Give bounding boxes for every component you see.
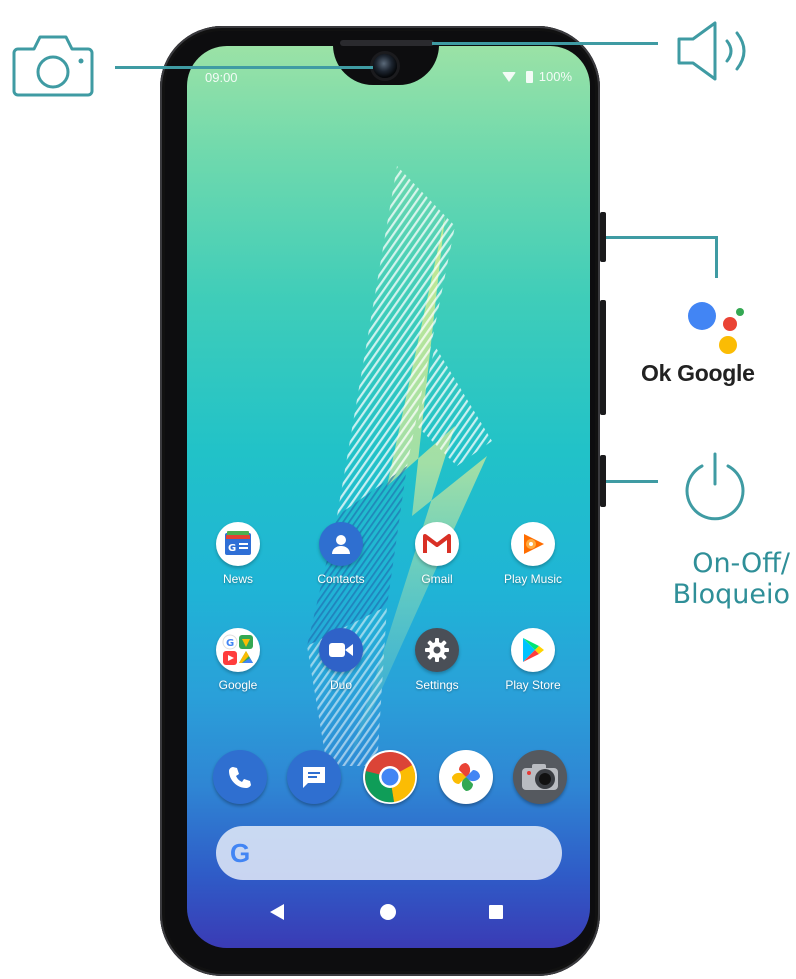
app-label: Gmail [421, 572, 453, 586]
gmail-icon [415, 522, 459, 566]
camera-icon [522, 764, 558, 790]
dock-messages[interactable] [287, 750, 341, 804]
app-play-store[interactable]: Play Store [485, 628, 581, 692]
home-screen: 09:00 100% G News Contacts Gmail Play Mu… [187, 46, 590, 948]
earpiece-speaker [340, 40, 434, 46]
power-outline-icon [685, 452, 745, 521]
dock-photos[interactable] [439, 750, 493, 804]
assistant-button[interactable] [600, 300, 606, 415]
app-label: Play Store [505, 678, 561, 692]
home-icon [380, 904, 396, 920]
wifi-icon [501, 71, 516, 82]
app-label: Settings [415, 678, 459, 692]
lightning-bolt-wallpaper [307, 166, 492, 766]
app-gmail[interactable]: Gmail [389, 522, 485, 586]
google-g-icon: G [230, 837, 251, 868]
svg-text:G: G [226, 638, 234, 649]
google-search-bar[interactable]: G [216, 826, 562, 880]
recents-icon [489, 905, 503, 919]
duo-icon [319, 628, 363, 672]
play-music-icon [511, 522, 555, 566]
recents-button[interactable] [488, 904, 504, 925]
app-label: Play Music [503, 572, 562, 586]
back-icon [270, 904, 284, 920]
front-camera-lens [373, 54, 397, 78]
assistant-pointer-line-v [715, 236, 718, 278]
assistant-pointer-line-h [606, 236, 718, 239]
svg-text:G: G [228, 543, 236, 554]
status-icons: 100% [501, 69, 572, 84]
app-contacts[interactable]: Contacts [293, 522, 389, 586]
status-time: 09:00 [205, 70, 238, 85]
power-label-line2: Bloqueio [672, 579, 790, 611]
battery-icon [525, 70, 533, 83]
phone-icon [229, 767, 251, 788]
dock-phone[interactable] [213, 750, 267, 804]
messages-icon [303, 767, 325, 788]
power-label-line1: On-Off/ [692, 548, 790, 579]
contacts-icon [319, 522, 363, 566]
photos-icon [452, 763, 480, 791]
app-play-music[interactable]: Play Music [485, 522, 581, 586]
settings-gear-icon [415, 628, 459, 672]
app-label: Google [218, 678, 258, 692]
back-button[interactable] [269, 904, 285, 925]
power-pointer-line [606, 480, 658, 483]
google-news-icon: G [216, 522, 260, 566]
home-button[interactable] [380, 904, 396, 925]
app-label: News [222, 572, 253, 586]
dock-camera[interactable] [513, 750, 567, 804]
dock-chrome[interactable] [363, 750, 417, 804]
ok-google-label: Ok Google [641, 360, 755, 386]
app-news[interactable]: G News [190, 522, 286, 586]
battery-level: 100% [538, 69, 572, 84]
speaker-outline-icon [677, 21, 746, 81]
camera-pointer-line [115, 66, 373, 69]
camera-outline-icon [12, 35, 94, 97]
power-label: On-Off/ Bloqueio [610, 548, 790, 610]
google-assistant-icon [688, 302, 744, 354]
app-label: Duo [329, 678, 352, 692]
app-duo[interactable]: Duo [293, 628, 389, 692]
app-label: Contacts [317, 572, 365, 586]
speaker-pointer-line [432, 42, 658, 45]
google-folder-icon: G [216, 628, 260, 672]
app-google-folder[interactable]: G Google [190, 628, 286, 692]
app-settings[interactable]: Settings [389, 628, 485, 692]
chrome-icon [365, 752, 416, 803]
play-store-icon [511, 628, 555, 672]
